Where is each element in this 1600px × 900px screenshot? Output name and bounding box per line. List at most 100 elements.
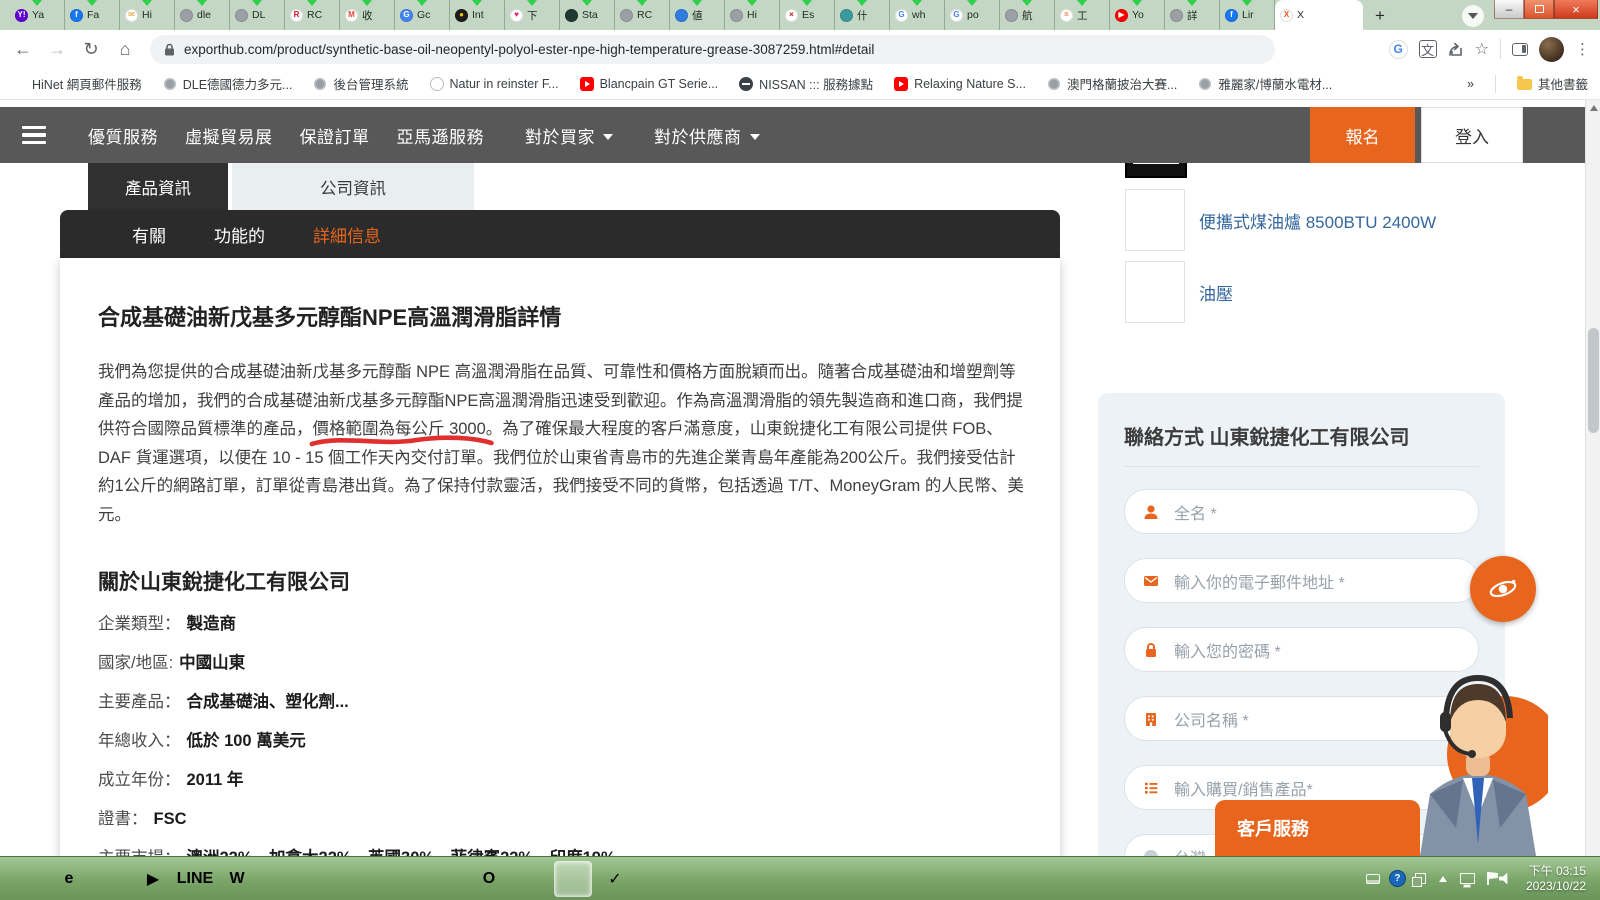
product-link[interactable]: 油壓 <box>1199 280 1233 305</box>
google-icon[interactable]: G <box>1389 40 1408 59</box>
share-icon[interactable] <box>1448 42 1464 57</box>
bookmark-item[interactable]: 澳門格蘭披治大賽... <box>1047 74 1177 93</box>
taskbar-app-icon[interactable] <box>8 861 46 897</box>
speaker-icon[interactable] <box>1499 873 1512 885</box>
product-link[interactable]: 便攜式煤油爐 8500BTU 2400W <box>1199 208 1436 233</box>
browser-tab[interactable]: 値 <box>670 0 725 30</box>
home-button[interactable]: ⌂ <box>112 39 138 60</box>
tab-company-info[interactable]: 公司資訊 <box>232 163 474 210</box>
minimize-button[interactable]: – <box>1494 0 1524 19</box>
taskbar-app-icon[interactable]: e <box>50 861 88 897</box>
tray-expand-icon[interactable] <box>1439 876 1447 882</box>
bookmark-item[interactable]: Natur in reinster F... <box>430 77 559 91</box>
maximize-button[interactable] <box>1524 0 1554 19</box>
bookmark-item[interactable]: HiNet 網頁郵件服務 <box>12 74 142 93</box>
bookmark-item[interactable]: 後台管理系統 <box>313 74 408 93</box>
browser-tab[interactable]: 航 <box>1000 0 1055 30</box>
other-bookmarks-button[interactable]: 其他書籤 <box>1517 74 1588 93</box>
bookmark-item[interactable]: NISSAN ::: 服務據點 <box>739 74 873 93</box>
taskbar-app-icon[interactable]: ✓ <box>596 861 634 897</box>
new-tab-button[interactable]: + <box>1367 3 1393 29</box>
site-nav-link[interactable]: 對於供應商 <box>654 123 760 148</box>
bookmark-star-icon[interactable]: ☆ <box>1475 39 1489 59</box>
browser-tab[interactable]: DL <box>230 0 285 30</box>
customer-service-button[interactable]: 客戶服務 <box>1215 800 1420 856</box>
site-nav-link[interactable]: 保證訂單 <box>300 123 370 148</box>
browser-tab[interactable]: M 收 <box>340 0 395 30</box>
browser-tab[interactable]: RC <box>615 0 670 30</box>
menu-dots-icon[interactable]: ⋮ <box>1575 40 1590 58</box>
network-icon[interactable] <box>1460 873 1475 884</box>
scrollbar-thumb[interactable] <box>1588 328 1599 433</box>
site-nav-link[interactable]: 優質服務 <box>88 123 158 148</box>
signup-button[interactable]: 報名 <box>1310 107 1415 163</box>
browser-tab[interactable]: dle <box>175 0 230 30</box>
browser-tab[interactable]: G wh <box>890 0 945 30</box>
back-button[interactable]: ← <box>10 39 36 60</box>
browser-tab[interactable]: G po <box>945 0 1000 30</box>
browser-tab[interactable]: Hi <box>725 0 780 30</box>
tab-search-button[interactable] <box>1462 5 1484 27</box>
scrollbar-up-arrow[interactable] <box>1590 105 1598 111</box>
browser-tab[interactable]: G Gc <box>395 0 450 30</box>
taskbar-app-icon[interactable]: LINE <box>176 861 214 897</box>
browser-tab-active[interactable]: X X <box>1275 0 1363 30</box>
bookmarks-overflow-button[interactable]: » <box>1467 77 1474 91</box>
browser-tab[interactable]: ● Int <box>450 0 505 30</box>
browser-tab[interactable]: Y! Ya <box>10 0 65 30</box>
taskbar-app-icon[interactable] <box>344 861 382 897</box>
action-center-flag-icon[interactable] <box>1487 872 1489 885</box>
taskbar-app-icon[interactable]: W <box>218 861 256 897</box>
login-button[interactable]: 登入 <box>1421 107 1523 163</box>
browser-tab[interactable]: ▶ Yo <box>1110 0 1165 30</box>
browser-tab[interactable]: × Es <box>780 0 835 30</box>
taskbar-app-icon[interactable] <box>92 861 130 897</box>
bookmark-item[interactable]: Relaxing Nature S... <box>894 77 1026 91</box>
profile-avatar[interactable] <box>1539 37 1564 62</box>
related-product-thumbnail-partial[interactable] <box>1125 163 1187 179</box>
bookmark-item[interactable]: 雅麗家/博蘭水電材... <box>1198 74 1332 93</box>
fullname-field[interactable]: 全名 * <box>1124 489 1479 534</box>
email-field[interactable]: 輸入你的電子郵件地址 * <box>1124 558 1479 603</box>
site-nav-link[interactable]: 虛擬貿易展 <box>185 123 273 148</box>
bookmark-item[interactable]: Blancpain GT Serie... <box>580 77 719 91</box>
browser-tab[interactable]: = 工 <box>1055 0 1110 30</box>
related-product-row[interactable]: 便攜式煤油爐 8500BTU 2400W <box>1125 189 1436 251</box>
help-icon[interactable]: ? <box>1390 871 1405 886</box>
close-button[interactable]: × <box>1554 0 1598 19</box>
windows-layout-icon[interactable] <box>1415 873 1426 884</box>
bookmark-item[interactable]: DLE德國德力多元... <box>163 74 293 93</box>
keyboard-icon[interactable] <box>1366 874 1380 884</box>
taskbar-app-icon[interactable]: ▶ <box>134 861 172 897</box>
detail-subtab[interactable]: 功能的 <box>214 222 265 247</box>
hamburger-menu-icon[interactable] <box>22 126 46 145</box>
detail-subtab[interactable]: 有關 <box>132 222 166 247</box>
detail-subtab[interactable]: 詳細信息 <box>313 222 381 247</box>
tab-product-info[interactable]: 產品資訊 <box>88 163 228 210</box>
browser-tab[interactable]: f Lir <box>1220 0 1275 30</box>
browser-tab[interactable]: 什 <box>835 0 890 30</box>
browser-tab[interactable]: 詳 <box>1165 0 1220 30</box>
address-bar[interactable]: exporthub.com/product/synthetic-base-oil… <box>150 35 1275 64</box>
forward-button[interactable]: → <box>44 39 70 60</box>
page-scrollbar[interactable] <box>1585 100 1600 856</box>
browser-tab[interactable]: f Fa <box>65 0 120 30</box>
side-panel-icon[interactable] <box>1512 43 1528 56</box>
related-product-row[interactable]: 油壓 <box>1125 261 1436 323</box>
taskbar-app-icon[interactable]: O <box>470 861 508 897</box>
taskbar-app-icon[interactable] <box>386 861 424 897</box>
browser-tab[interactable]: ✉ Hi <box>120 0 175 30</box>
site-nav-link[interactable]: 亞馬遜服務 <box>397 123 485 148</box>
taskbar-app-icon[interactable] <box>260 861 298 897</box>
browser-tab[interactable]: Sta <box>560 0 615 30</box>
taskbar-app-icon[interactable] <box>428 861 466 897</box>
taskbar-app-icon[interactable] <box>554 861 592 897</box>
browser-tab[interactable]: ♥ 下 <box>505 0 560 30</box>
site-nav-link[interactable]: 對於買家 <box>525 123 613 148</box>
taskbar-app-icon[interactable] <box>302 861 340 897</box>
reload-button[interactable]: ↻ <box>78 39 104 60</box>
floating-action-button[interactable] <box>1470 556 1536 622</box>
translate-icon[interactable]: 文 <box>1419 40 1437 58</box>
browser-tab[interactable]: R RC <box>285 0 340 30</box>
taskbar-app-icon[interactable] <box>512 861 550 897</box>
